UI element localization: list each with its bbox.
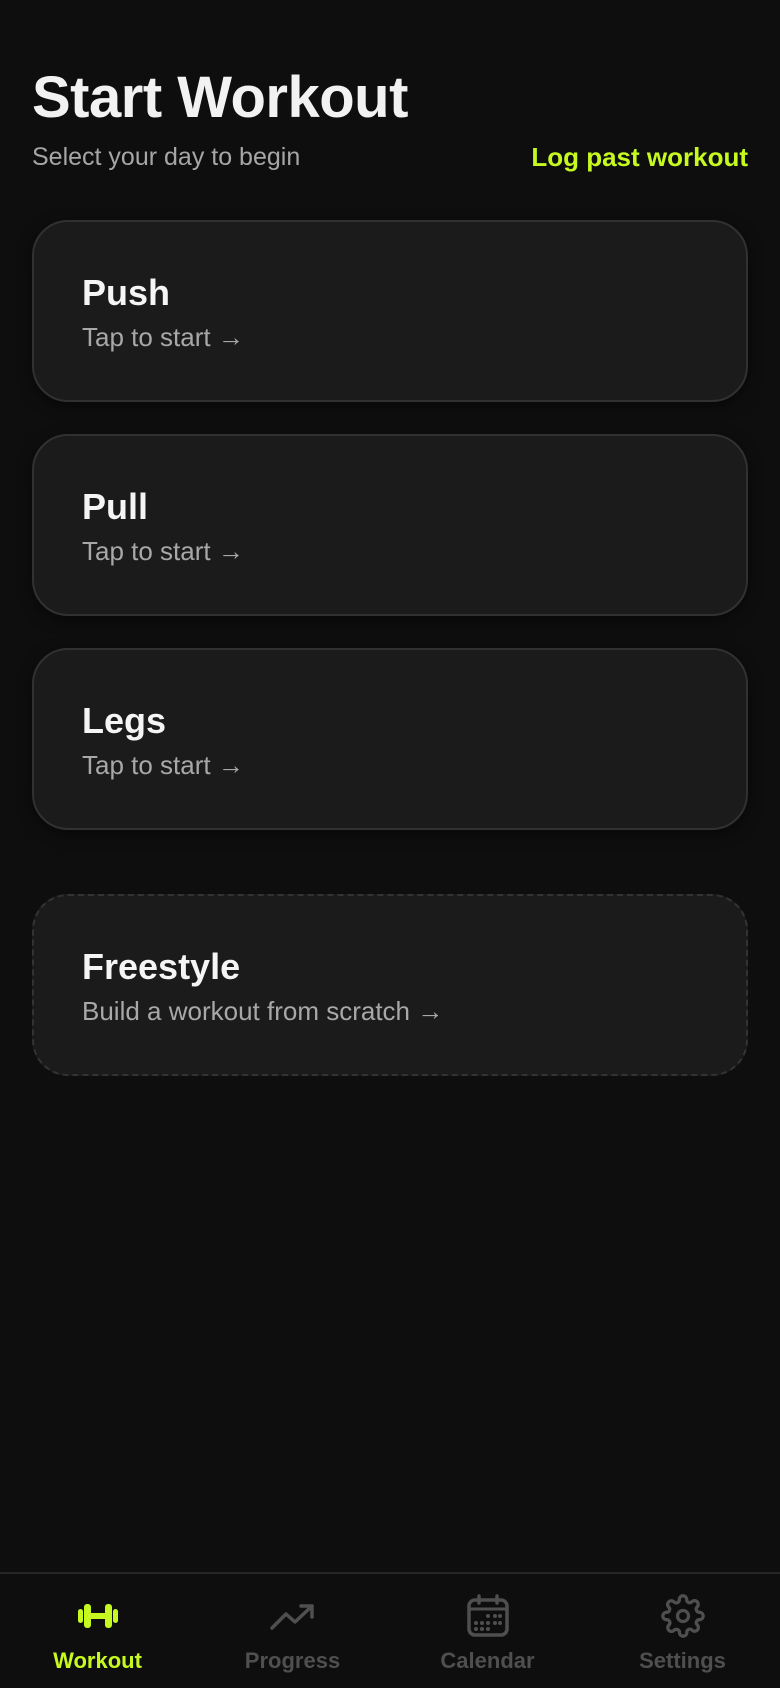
page-subtitle: Select your day to begin <box>32 143 301 171</box>
subtitle-row: Select your day to begin Log past workou… <box>32 142 748 173</box>
dumbbell-icon <box>74 1594 122 1638</box>
card-title: Freestyle <box>82 946 241 987</box>
card-subtitle: Tap to start → <box>82 536 244 566</box>
log-past-workout-link[interactable]: Log past workout <box>531 142 748 173</box>
tab-workout[interactable]: Workout <box>0 1574 195 1688</box>
trending-up-icon <box>269 1594 317 1638</box>
card-title: Push <box>82 272 171 313</box>
tab-settings[interactable]: Settings <box>585 1574 780 1688</box>
calendar-icon <box>464 1594 512 1638</box>
workout-card-legs[interactable]: Legs Tap to start → <box>32 648 748 830</box>
header: Start Workout Select your day to begin L… <box>32 64 748 173</box>
workout-card-pull[interactable]: Pull Tap to start → <box>32 434 748 616</box>
workout-day-list: Push Tap to start → Pull Tap to start → … <box>32 220 748 1108</box>
tab-label: Settings <box>639 1648 726 1673</box>
card-title: Legs <box>82 700 167 741</box>
tab-calendar[interactable]: Calendar <box>390 1574 585 1688</box>
card-subtitle: Tap to start → <box>82 750 244 780</box>
workout-card-push[interactable]: Push Tap to start → <box>32 220 748 402</box>
tab-label: Progress <box>244 1648 341 1673</box>
card-title: Pull <box>82 486 149 527</box>
tab-label: Calendar <box>440 1648 535 1673</box>
tab-label: Workout <box>53 1648 142 1673</box>
tab-progress[interactable]: Progress <box>195 1574 390 1688</box>
freestyle-card[interactable]: Freestyle Build a workout from scratch → <box>32 894 748 1076</box>
card-subtitle: Tap to start → <box>82 322 244 352</box>
card-subtitle: Build a workout from scratch → <box>82 996 444 1026</box>
page-title: Start Workout <box>32 65 408 130</box>
gear-icon <box>659 1594 707 1638</box>
bottom-tab-bar: Workout Progress Calendar Settings <box>0 1572 780 1688</box>
